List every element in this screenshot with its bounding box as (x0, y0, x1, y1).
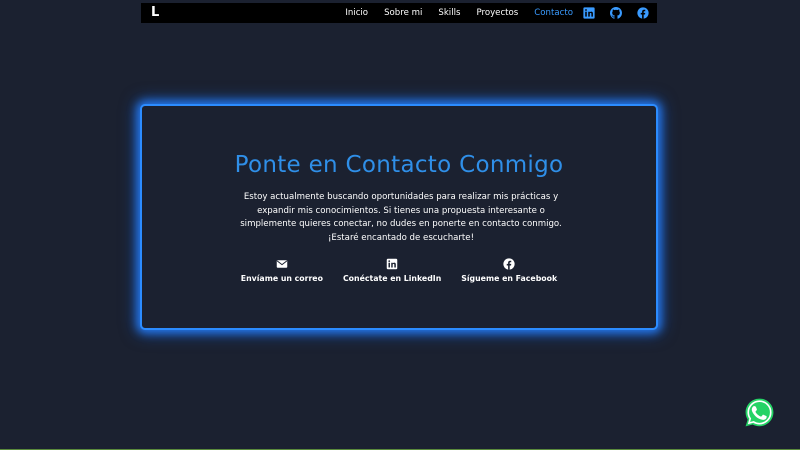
email-link-label: Envíame un correo (240, 274, 323, 283)
contact-card: Ponte en Contacto Conmigo Estoy actualme… (140, 104, 658, 330)
email-link[interactable]: Envíame un correo (240, 258, 324, 283)
envelope-icon (276, 258, 288, 270)
nav-link-inicio[interactable]: Inicio (345, 3, 368, 23)
facebook-link[interactable]: Sígueme en Facebook (460, 258, 558, 283)
linkedin-link[interactable]: Conéctate en LinkedIn (342, 258, 442, 283)
contact-links: Envíame un correo Conéctate en LinkedIn … (142, 258, 656, 283)
logo[interactable]: L (151, 3, 159, 23)
linkedin-icon[interactable] (583, 7, 595, 19)
linkedin-icon (386, 258, 398, 270)
github-icon[interactable] (610, 7, 622, 19)
nav-link-proyectos[interactable]: Proyectos (476, 3, 518, 23)
contact-title: Ponte en Contacto Conmigo (234, 152, 564, 178)
facebook-link-label: Sígueme en Facebook (461, 274, 558, 283)
whatsapp-button[interactable] (743, 396, 776, 429)
facebook-icon (503, 258, 515, 270)
nav-links: Inicio Sobre mi Skills Proyectos Contact… (329, 3, 649, 23)
nav-link-contacto[interactable]: Contacto (534, 3, 573, 23)
nav-link-sobre-mi[interactable]: Sobre mi (384, 3, 422, 23)
nav-link-skills[interactable]: Skills (438, 3, 460, 23)
facebook-icon[interactable] (637, 7, 649, 19)
navbar: L Inicio Sobre mi Skills Proyectos Conta… (141, 3, 657, 23)
whatsapp-icon (743, 396, 776, 429)
contact-description: Estoy actualmente buscando oportunidades… (240, 192, 562, 243)
linkedin-link-label: Conéctate en LinkedIn (342, 274, 442, 283)
social-icons (583, 7, 649, 19)
